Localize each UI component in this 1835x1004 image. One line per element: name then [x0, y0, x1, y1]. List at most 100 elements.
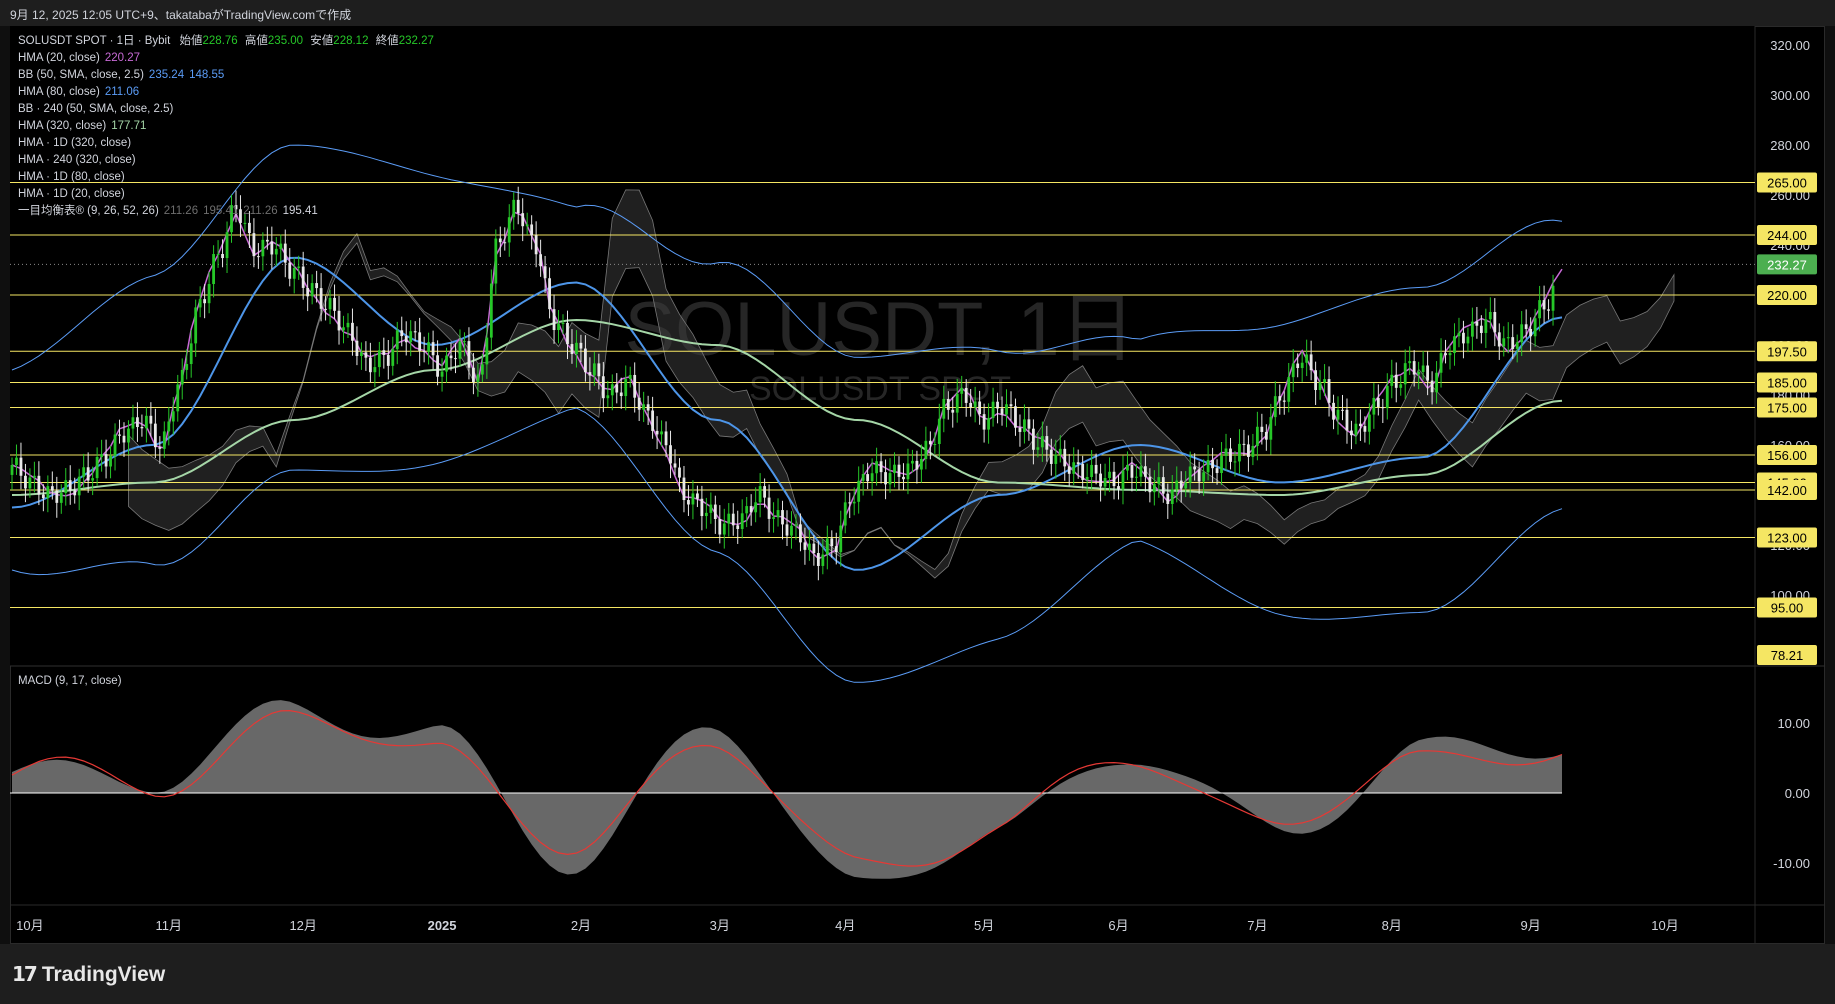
candle-body: [418, 332, 422, 351]
time-axis-label: 4月: [835, 918, 855, 933]
candle-body: [1475, 321, 1479, 326]
candle-body: [1139, 466, 1143, 477]
indicator-row[interactable]: HMA · 1D (20, close): [18, 186, 434, 203]
candle-body: [248, 222, 251, 234]
candle-body: [821, 554, 825, 566]
level-label: 123.00: [1767, 531, 1807, 546]
candle-body: [539, 254, 543, 267]
candle-body: [144, 415, 148, 429]
indicator-row[interactable]: 一目均衡表® (9, 26, 52, 26) 211.26 195.41 211.26…: [18, 203, 434, 220]
candle-body: [655, 430, 659, 435]
candle-body: [960, 387, 964, 394]
candle-body: [1179, 480, 1183, 489]
candle-body: [682, 477, 686, 501]
indicator-row[interactable]: HMA (320, close) 177.71: [18, 118, 434, 135]
candle-body: [391, 349, 395, 366]
price-tick-label: 300.00: [1770, 88, 1810, 103]
indicator-row[interactable]: HMA (20, close) 220.27: [18, 50, 434, 67]
candle-body: [812, 543, 816, 554]
indicator-row[interactable]: BB · 240 (50, SMA, close, 2.5): [18, 101, 434, 118]
candle-body: [579, 342, 583, 349]
candle-body: [722, 523, 726, 535]
candle-body: [637, 397, 641, 410]
candle-body: [1291, 363, 1295, 378]
candle-body: [377, 350, 381, 368]
candle-body: [557, 323, 560, 331]
candle-body: [1072, 462, 1076, 474]
candle-body: [153, 423, 157, 448]
candle-body: [1229, 448, 1232, 462]
candle-body: [861, 474, 865, 481]
indicator-row[interactable]: HMA · 1D (320, close): [18, 135, 434, 152]
candle-body: [619, 392, 623, 397]
candle-body: [1036, 447, 1040, 450]
candle-body: [37, 475, 41, 495]
candle-body: [472, 367, 475, 383]
candle-body: [351, 322, 354, 341]
candle-body: [1023, 419, 1026, 432]
candle-body: [1390, 374, 1394, 386]
candle-body: [1152, 483, 1156, 493]
candle-body: [1126, 464, 1129, 471]
candle-body: [337, 310, 341, 331]
candle-body: [816, 553, 820, 566]
candle-body: [1197, 469, 1201, 482]
candle-body: [1014, 406, 1017, 428]
candle-body: [50, 486, 54, 491]
indicator-value: 211.26: [163, 205, 199, 217]
candle-body: [525, 224, 529, 227]
candle-body: [709, 504, 713, 513]
tradingview-logo[interactable]: 𝟭𝟳 TradingView: [12, 962, 165, 987]
candle-body: [1112, 471, 1116, 487]
candle-body: [118, 434, 121, 436]
candle-body: [1444, 353, 1447, 356]
candle-body: [1345, 409, 1349, 431]
candle-body: [409, 331, 413, 343]
candle-body: [1421, 365, 1425, 372]
candle-body: [198, 299, 202, 308]
candle-body: [1067, 466, 1071, 474]
candle-body: [113, 434, 117, 456]
candle-body: [1184, 482, 1188, 489]
indicator-row[interactable]: HMA · 240 (320, close): [18, 152, 434, 169]
candle-body: [1045, 436, 1049, 450]
indicator-row[interactable]: HMA (80, close) 211.06: [18, 84, 434, 101]
candle-body: [1005, 404, 1008, 415]
candle-body: [982, 414, 986, 430]
candle-body: [512, 199, 516, 218]
indicator-value: 177.71: [111, 120, 147, 132]
symbol-name[interactable]: SOLUSDT SPOT · 1日 · Bybit: [18, 35, 170, 47]
candle-body: [704, 512, 708, 517]
macd-label[interactable]: MACD (9, 17, close): [18, 675, 122, 687]
candle-body: [212, 254, 215, 285]
candle-body: [548, 278, 551, 310]
level-label: 220.00: [1767, 288, 1807, 303]
candle-body: [413, 331, 417, 333]
candle-body: [687, 500, 690, 505]
indicator-name: HMA (320, close): [18, 120, 107, 132]
candle-body: [194, 307, 198, 344]
candle-body: [1506, 337, 1510, 339]
level-label: 156.00: [1767, 448, 1807, 463]
candle-body: [1247, 444, 1250, 457]
candle-body: [310, 283, 314, 297]
candle-body: [346, 322, 350, 328]
candle-body: [1260, 426, 1264, 432]
time-axis-label: 9月: [1521, 918, 1541, 933]
candle-body: [915, 460, 919, 470]
symbol-row[interactable]: SOLUSDT SPOT · 1日 · Bybit 始値228.76 高値235…: [18, 33, 434, 50]
candle-body: [825, 538, 829, 555]
candle-body: [745, 506, 749, 514]
time-axis-label: 2025: [428, 918, 457, 933]
candle-body: [127, 428, 130, 443]
indicator-name: HMA · 1D (320, close): [18, 137, 132, 149]
candle-body: [713, 504, 717, 520]
level-label: 265.00: [1767, 176, 1807, 191]
indicator-row[interactable]: BB (50, SMA, close, 2.5) 235.24 148.55: [18, 67, 434, 84]
candle-body: [41, 494, 45, 499]
candle-body: [1224, 448, 1228, 456]
candle-body: [64, 480, 68, 493]
candle-body: [1314, 370, 1318, 390]
indicator-row[interactable]: HMA · 1D (80, close): [18, 169, 434, 186]
candle-body: [494, 238, 498, 284]
